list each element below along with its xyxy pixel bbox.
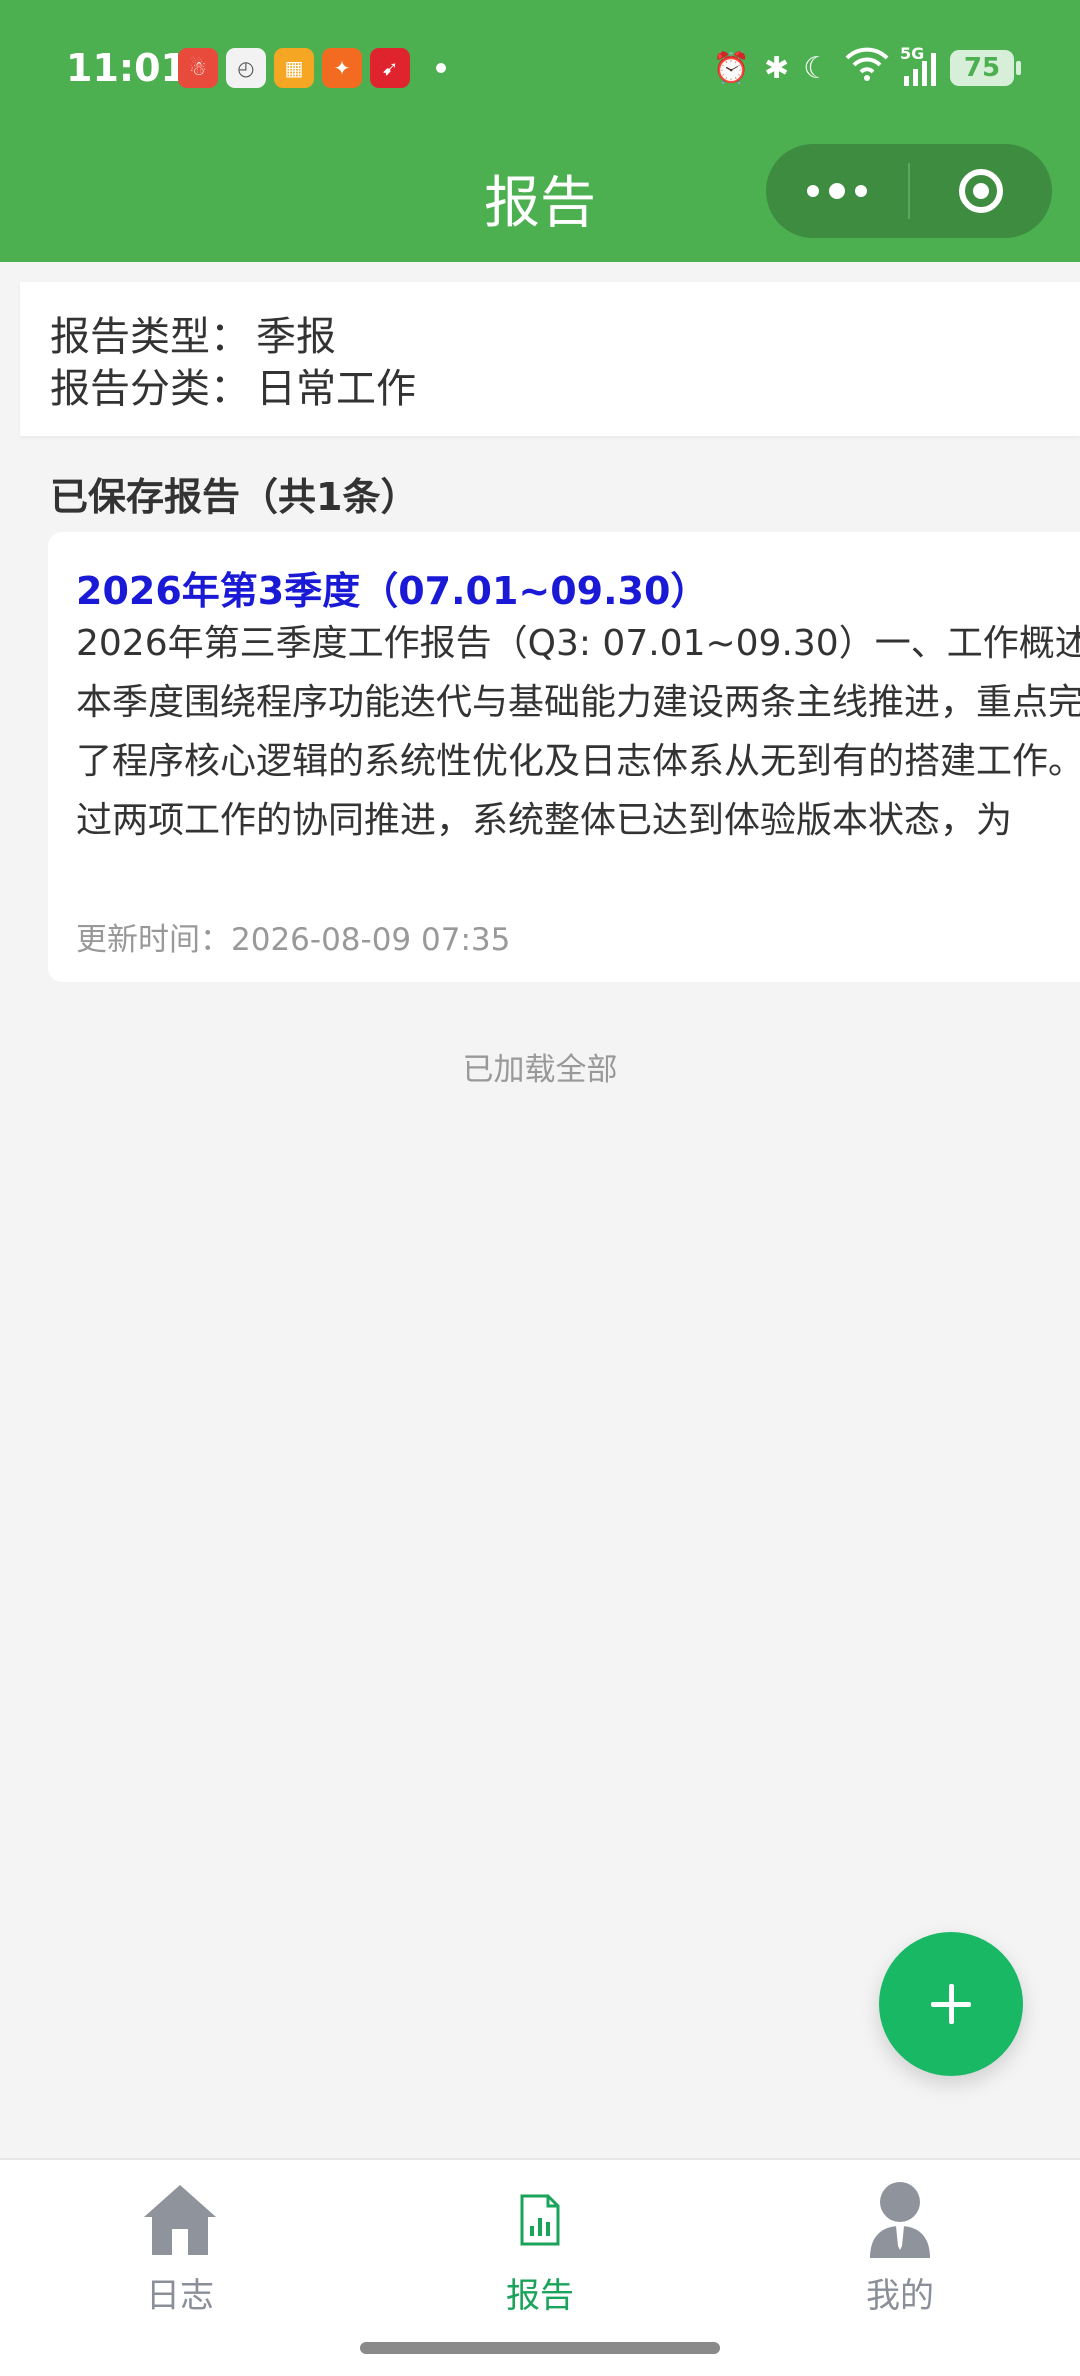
battery-level: 75 xyxy=(963,53,1001,83)
home-icon xyxy=(90,2178,270,2262)
tab-log-label: 日志 xyxy=(146,2276,214,2316)
report-category-label: 报告分类： xyxy=(50,366,250,412)
add-report-button[interactable] xyxy=(879,1932,1023,2076)
tab-report[interactable]: 报告 xyxy=(450,2178,630,2317)
report-title: 2026年第3季度（07.01~09.30） xyxy=(76,569,709,613)
notification-icons: ☃ ◴ ▦ ✦ ➹ xyxy=(178,48,446,88)
report-type-label: 报告类型： xyxy=(50,314,250,360)
report-info-card: 报告类型： 季报 报告分类： 日常工作 xyxy=(20,282,1080,436)
plus-icon xyxy=(931,1984,971,2024)
report-category-row[interactable]: 报告分类： 日常工作 xyxy=(50,356,416,414)
signal-icon: 5G xyxy=(900,44,936,86)
user-icon xyxy=(810,2178,990,2262)
moon-icon: ☾ xyxy=(803,50,830,86)
app-icon-1: ☃ xyxy=(178,48,218,88)
alarm-icon: ⏰ xyxy=(712,50,750,86)
saved-reports-heading: 已保存报告（共1条） xyxy=(50,475,419,519)
clock-app-icon: ◴ xyxy=(226,48,266,88)
home-indicator[interactable] xyxy=(360,2342,720,2354)
report-type-row[interactable]: 报告类型： 季报 xyxy=(50,304,336,362)
shopping-app-icon: ▦ xyxy=(274,48,314,88)
bluetooth-icon: ✱ xyxy=(763,50,790,86)
battery-icon: 75 xyxy=(950,50,1021,86)
more-menu-button[interactable] xyxy=(766,183,908,199)
close-miniprogram-button[interactable] xyxy=(910,169,1052,213)
tab-log[interactable]: 日志 xyxy=(90,2178,270,2317)
report-card[interactable]: 2026年第3季度（07.01~09.30） 2026年第三季度工作报告（Q3:… xyxy=(48,532,1080,982)
social-app-icon: ✦ xyxy=(322,48,362,88)
report-category-value: 日常工作 xyxy=(256,366,416,412)
report-chart-icon xyxy=(450,2178,630,2262)
report-summary: 2026年第三季度工作报告（Q3: 07.01~09.30）一、工作概述本季度围… xyxy=(76,623,1080,841)
status-indicators: ⏰ ✱ ☾ 5G 75 xyxy=(712,44,1021,90)
tab-mine[interactable]: 我的 xyxy=(810,2178,990,2317)
more-notifications-dot xyxy=(436,63,446,73)
network-type: 5G xyxy=(900,44,925,63)
red-app-icon: ➹ xyxy=(370,48,410,88)
status-time: 11:01 xyxy=(66,46,187,90)
tab-mine-label: 我的 xyxy=(866,2276,934,2316)
loaded-all-text: 已加载全部 xyxy=(462,1052,618,1088)
status-bar: 11:01 ☃ ◴ ▦ ✦ ➹ ⏰ ✱ ☾ 5G 75 xyxy=(0,0,1080,140)
tab-report-label: 报告 xyxy=(506,2276,574,2316)
miniprogram-capsule xyxy=(766,144,1052,238)
report-type-value: 季报 xyxy=(256,314,336,360)
report-updated-time: 更新时间：2026-08-09 07:35 xyxy=(76,922,511,958)
wifi-icon xyxy=(844,46,890,90)
target-icon xyxy=(959,169,1003,213)
header: 11:01 ☃ ◴ ▦ ✦ ➹ ⏰ ✱ ☾ 5G 75 报告 xyxy=(0,0,1080,262)
